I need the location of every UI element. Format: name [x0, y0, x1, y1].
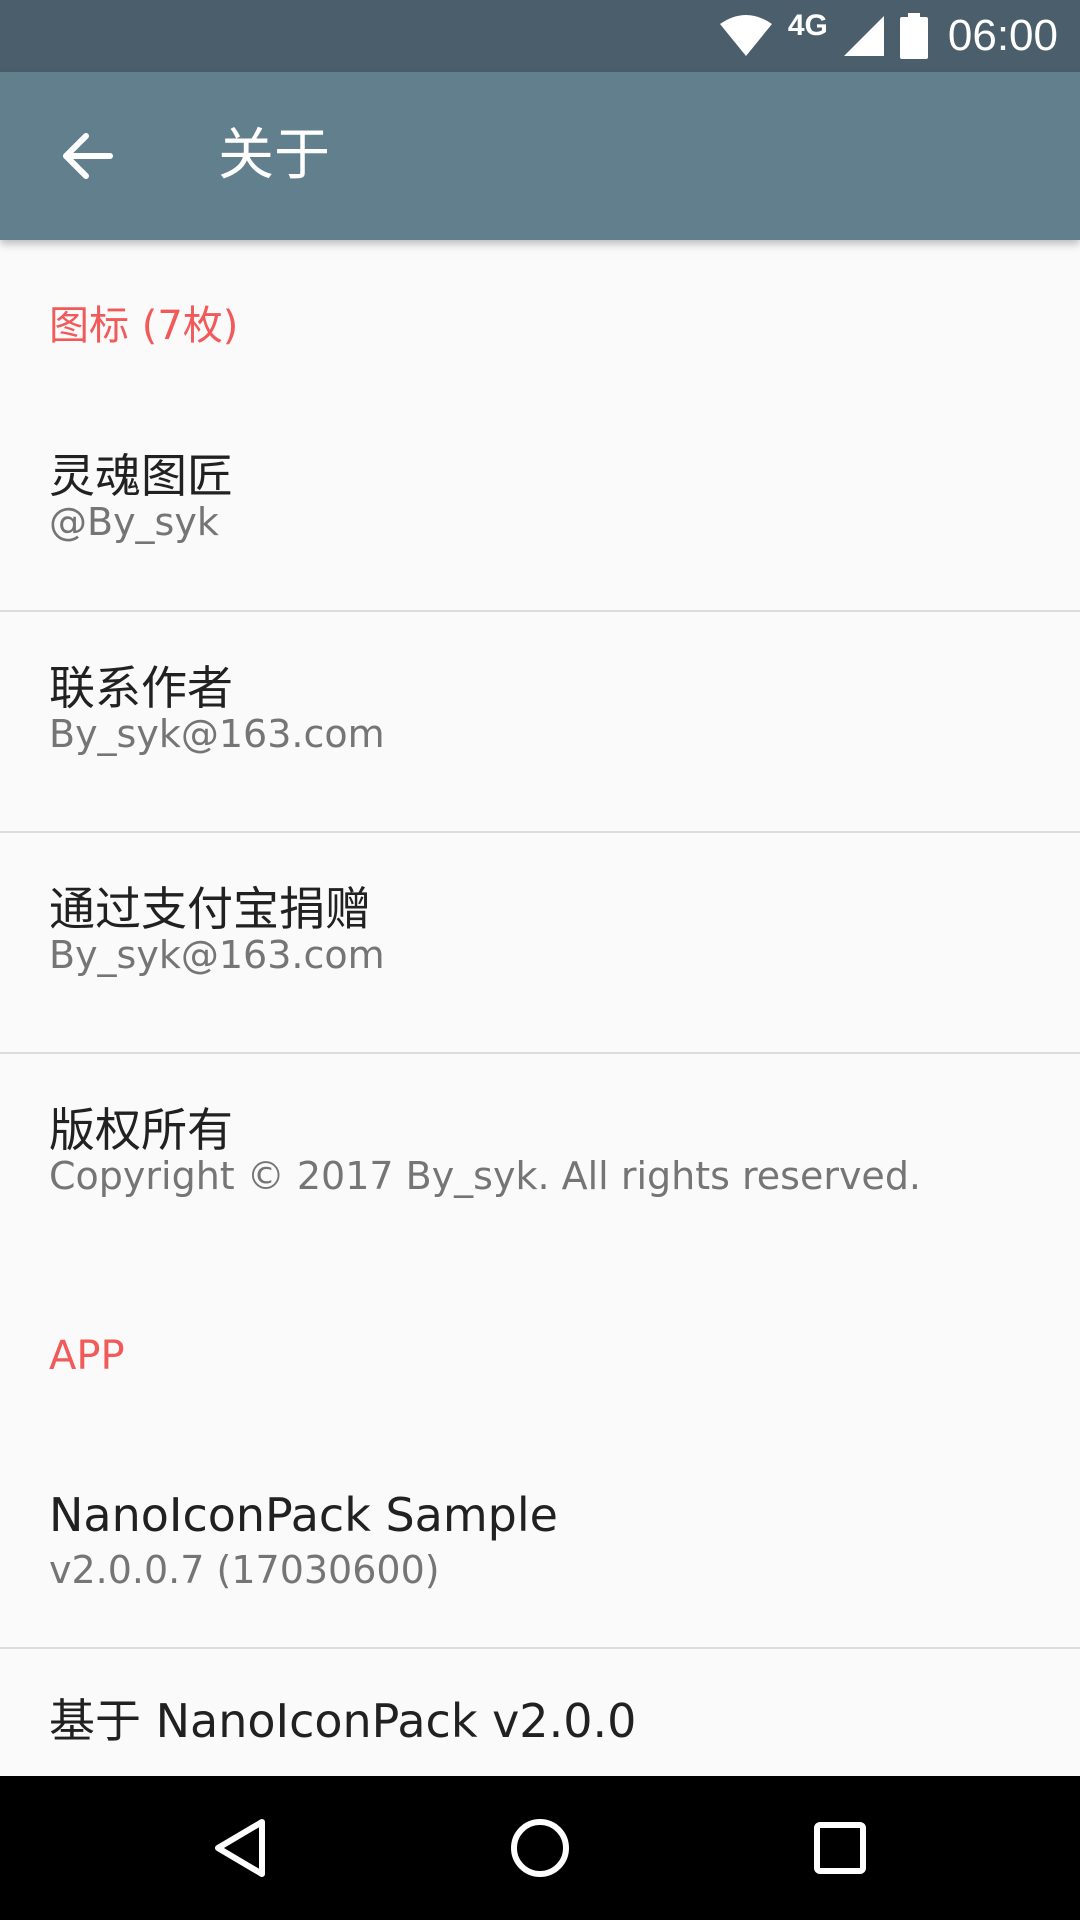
list-item-copyright[interactable]: 版权所有 Copyright © 2017 By_syk. All rights…: [0, 1054, 1080, 1274]
item-title: 通过支付宝捐赠: [49, 882, 371, 936]
list-item-based-on[interactable]: 基于 NanoIconPack v2.0.0: [0, 1649, 1080, 1776]
item-subtitle: By_syk@163.com: [49, 712, 385, 756]
list-item-app-version[interactable]: NanoIconPack Sample v2.0.0.7 (17030600): [0, 1454, 1080, 1642]
nav-home-circle-icon: [511, 1819, 569, 1877]
list-item-icon-designer[interactable]: 灵魂图匠 @By_syk: [0, 400, 1080, 560]
item-subtitle: v2.0.0.7 (17030600): [49, 1548, 440, 1592]
nav-recents-square-icon: [814, 1822, 866, 1874]
navigation-bar: [0, 1776, 1080, 1920]
app-bar: 关于: [0, 72, 1080, 240]
nav-back-triangle-icon: [215, 1819, 265, 1877]
status-time: 06:00: [947, 11, 1058, 60]
item-subtitle: @By_syk: [49, 500, 219, 544]
list-item-donate-alipay[interactable]: 通过支付宝捐赠 By_syk@163.com: [0, 833, 1080, 1053]
network-type-label: 4G: [787, 9, 828, 42]
nav-recents-button[interactable]: [768, 1776, 912, 1920]
item-title: 基于 NanoIconPack v2.0.0: [49, 1694, 637, 1748]
nav-back-button[interactable]: [168, 1776, 312, 1920]
status-bar: 4G 06:00: [0, 0, 1080, 72]
battery-icon: [899, 13, 928, 59]
item-title: 版权所有: [49, 1103, 233, 1157]
list-item-contact-author[interactable]: 联系作者 By_syk@163.com: [0, 612, 1080, 832]
cell-signal-icon: [842, 14, 886, 58]
item-subtitle: Copyright © 2017 By_syk. All rights rese…: [49, 1154, 922, 1198]
about-screen: 4G 06:00 关于 图标 (7枚) 灵魂图匠 @By_syk 联系作者 By…: [0, 0, 1080, 1920]
item-title: 联系作者: [49, 661, 233, 715]
section-header-icons: 图标 (7枚): [49, 303, 239, 349]
section-header-app: APP: [49, 1333, 125, 1379]
back-button[interactable]: [48, 116, 128, 196]
wifi-icon: [718, 14, 774, 58]
status-icons: 4G 06:00: [718, 0, 1058, 72]
nav-home-button[interactable]: [468, 1776, 612, 1920]
about-list: 图标 (7枚) 灵魂图匠 @By_syk 联系作者 By_syk@163.com…: [0, 240, 1080, 1776]
item-subtitle: By_syk@163.com: [49, 933, 385, 977]
arrow-back-icon: [63, 133, 113, 179]
item-title: 灵魂图匠: [49, 449, 233, 503]
page-title: 关于: [218, 123, 330, 188]
item-title: NanoIconPack Sample: [49, 1488, 558, 1542]
